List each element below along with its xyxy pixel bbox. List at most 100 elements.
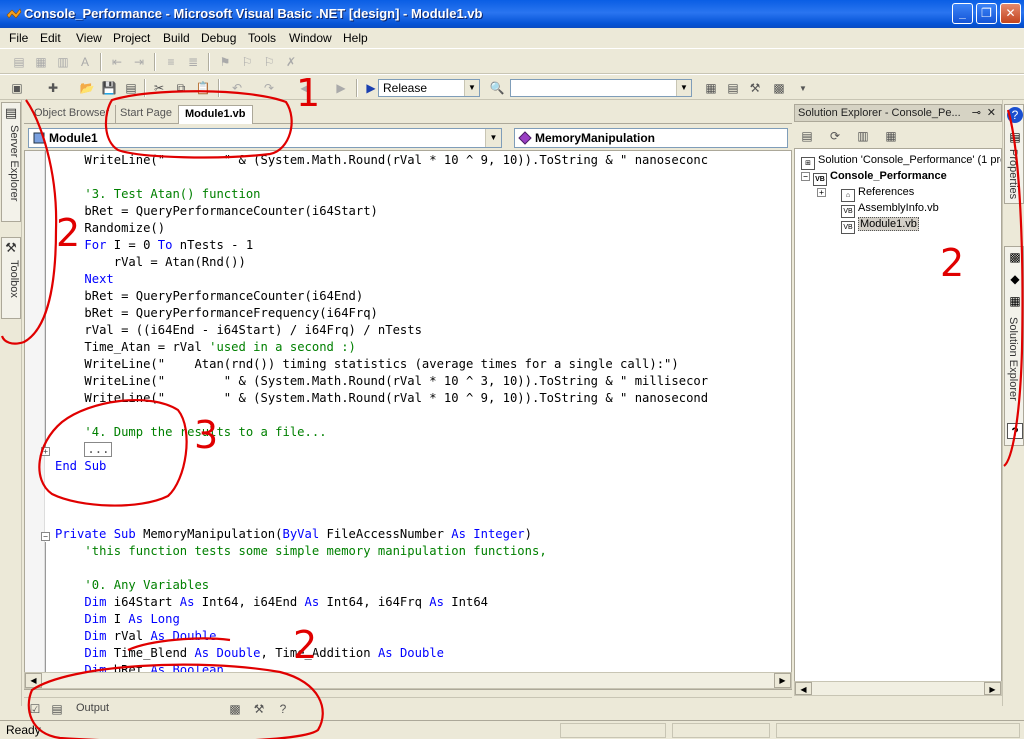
menu-help[interactable]: Help — [343, 31, 368, 45]
quick-info-icon[interactable]: ▥ — [54, 53, 72, 71]
previous-bookmark-icon[interactable]: ⚐ — [260, 53, 278, 71]
code-token: As — [194, 646, 210, 660]
document-tabs: Object Browser Start Page Module1.vb — [24, 104, 792, 124]
show-all-files-icon[interactable]: ▥ — [854, 127, 872, 145]
new-project-icon[interactable]: ▣ — [8, 79, 26, 97]
view-code-icon[interactable]: ▤ — [798, 127, 816, 145]
class-view-icon[interactable]: ▩ — [770, 79, 788, 97]
annotation-1: 1 — [296, 71, 321, 115]
collapse-project-icon[interactable]: − — [801, 172, 810, 181]
save-all-icon[interactable]: ▤ — [122, 79, 140, 97]
paste-icon[interactable]: 📋 — [194, 79, 212, 97]
menu-file[interactable]: File — [9, 31, 28, 45]
code-token: Dim — [84, 629, 107, 643]
decrease-indent-icon[interactable]: ⇤ — [108, 53, 126, 71]
method-name-select[interactable]: MemoryManipulation — [514, 128, 788, 148]
list-members-icon[interactable]: ▤ — [10, 53, 28, 71]
class-name-select[interactable]: Module1 ▼ — [28, 128, 502, 148]
menu-build[interactable]: Build — [163, 31, 190, 45]
solution-explorer-panel: Solution Explorer - Console_Pe... ⊸ ✕ ▤ … — [794, 104, 1002, 696]
code-token: 'this function tests some simple memory … — [84, 544, 547, 558]
tree-module1[interactable]: VB Module1.vb — [841, 216, 919, 234]
code-token: rVal = ((i64End - i64Start) / i64Frq) / … — [84, 323, 422, 337]
project-label: Console_Performance — [830, 170, 947, 182]
tab-object-browser[interactable]: Object Browser — [28, 105, 117, 124]
command-window-icon[interactable]: ▩ — [226, 700, 244, 718]
menu-debug[interactable]: Debug — [201, 31, 236, 45]
find-in-files-icon[interactable]: 🔍 — [488, 79, 506, 97]
code-editor[interactable]: + − WriteLine(" " & (System.Math.Round(r… — [24, 150, 792, 690]
toolbox-tab[interactable]: ⚒ Toolbox — [1, 237, 21, 319]
tree-assemblyinfo[interactable]: VB AssemblyInfo.vb — [841, 200, 939, 218]
tree-solution[interactable]: ⊞ Solution 'Console_Performance' (1 pro — [801, 152, 1001, 170]
properties-icon[interactable]: ▦ — [882, 127, 900, 145]
properties-tab[interactable]: ? ▤ Properties — [1004, 104, 1024, 204]
code-token: As — [304, 595, 320, 609]
undo-icon[interactable]: ↶ — [228, 79, 246, 97]
server-explorer-tab[interactable]: ▤ Server Explorer — [1, 102, 21, 222]
clear-bookmarks-icon[interactable]: ✗ — [282, 53, 300, 71]
tree-references[interactable]: ⌂ References — [841, 184, 914, 202]
editor-horizontal-scrollbar[interactable]: ◀ ▶ — [24, 672, 792, 689]
solution-explorer-icon[interactable]: ▦ — [702, 79, 720, 97]
save-icon[interactable]: 💾 — [100, 79, 118, 97]
output-icon[interactable]: ▤ — [48, 700, 66, 718]
right-tool-strip: ? ▤ Properties ▩ ◆ ▦ Solution Explorer ? — [1002, 100, 1024, 706]
open-file-icon[interactable]: 📂 — [78, 79, 96, 97]
parameter-info-icon[interactable]: ▦ — [32, 53, 50, 71]
find-combo[interactable]: ▼ — [510, 79, 692, 97]
tab-module1[interactable]: Module1.vb — [178, 105, 253, 124]
visual-studio-icon — [6, 8, 22, 19]
navigate-forward-icon[interactable]: ▶ — [332, 79, 350, 97]
comment-icon[interactable]: ≡ — [162, 53, 180, 71]
tab-start-page[interactable]: Start Page — [114, 105, 179, 124]
solution-configuration-select[interactable]: Release ▼ — [378, 79, 480, 97]
menu-view[interactable]: View — [76, 31, 102, 45]
find-results-icon[interactable]: ⚒ — [250, 700, 268, 718]
tree-project[interactable]: VB Console_Performance — [813, 168, 947, 186]
toolbar-options-icon[interactable]: ▼ — [794, 79, 812, 97]
toggle-bookmark-icon[interactable]: ⚑ — [216, 53, 234, 71]
refresh-icon[interactable]: ⟳ — [826, 127, 844, 145]
menu-window[interactable]: Window — [289, 31, 332, 45]
title-bar[interactable]: Console_Performance - Microsoft Visual B… — [0, 0, 1024, 28]
properties-window-icon[interactable]: ▤ — [724, 79, 742, 97]
complete-word-icon[interactable]: A — [76, 53, 94, 71]
pin-icon[interactable]: ⊸ — [972, 105, 981, 121]
solution-horizontal-scrollbar[interactable]: ◀ ▶ — [794, 681, 1002, 696]
scroll-right-icon[interactable]: ▶ — [984, 682, 1001, 695]
close-button[interactable]: ✕ — [1000, 3, 1021, 24]
menu-edit[interactable]: Edit — [40, 31, 61, 45]
uncomment-icon[interactable]: ≣ — [184, 53, 202, 71]
solution-explorer-title-bar[interactable]: Solution Explorer - Console_Pe... ⊸ ✕ — [794, 104, 1002, 122]
increase-indent-icon[interactable]: ⇥ — [130, 53, 148, 71]
add-new-item-icon[interactable]: ✚ — [44, 79, 62, 97]
expand-references-icon[interactable]: + — [817, 188, 826, 197]
code-token: Randomize() — [84, 221, 166, 235]
code-navigation-bar: Module1 ▼ MemoryManipulation — [24, 126, 792, 150]
toolbox-label: Toolbox — [8, 260, 20, 298]
expand-region-icon[interactable]: + — [41, 447, 50, 456]
collapse-region-icon[interactable]: − — [41, 532, 50, 541]
collapsed-region[interactable]: ... — [84, 442, 113, 457]
breakpoints-icon[interactable]: ? — [274, 700, 292, 718]
code-token: MemoryManipulation( — [135, 527, 283, 541]
minimize-button[interactable]: _ — [952, 3, 973, 24]
restore-button[interactable]: ❐ — [976, 3, 997, 24]
scroll-right-icon[interactable]: ▶ — [774, 673, 791, 688]
code-token: Double — [399, 646, 444, 660]
menu-tools[interactable]: Tools — [248, 31, 276, 45]
scroll-left-icon[interactable]: ◀ — [795, 682, 812, 695]
redo-icon[interactable]: ↷ — [260, 79, 278, 97]
task-list-icon[interactable]: ☑ — [26, 700, 44, 718]
output-tab[interactable]: Output — [76, 702, 109, 714]
solution-explorer-tab[interactable]: ▩ ◆ ▦ Solution Explorer ? — [1004, 246, 1024, 446]
next-bookmark-icon[interactable]: ⚐ — [238, 53, 256, 71]
method-icon — [518, 131, 532, 145]
cut-icon[interactable]: ✂ — [150, 79, 168, 97]
menu-project[interactable]: Project — [113, 31, 150, 45]
copy-icon[interactable]: ⧉ — [172, 79, 190, 97]
scroll-left-icon[interactable]: ◀ — [25, 673, 42, 688]
close-panel-icon[interactable]: ✕ — [987, 105, 996, 121]
toolbox-icon[interactable]: ⚒ — [746, 79, 764, 97]
